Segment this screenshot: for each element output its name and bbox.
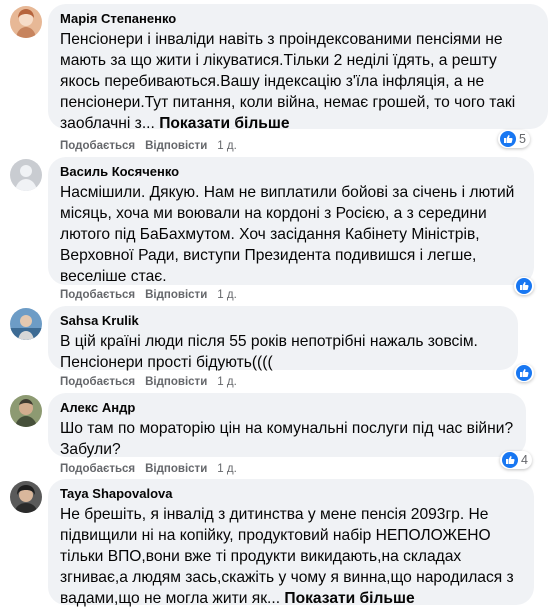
- timestamp[interactable]: 1 д.: [217, 463, 237, 475]
- comment-bubble: Марія Степаненко Пенсіонери і інваліди н…: [48, 4, 548, 132]
- comment-text: Насмішили. Дякую. Нам не виплатили бойов…: [60, 184, 515, 285]
- author-name[interactable]: Sahsa Krulik: [60, 313, 506, 329]
- reply-button[interactable]: Відповісти: [145, 140, 207, 152]
- comment-actions: Подобається Відповісти 1 д.: [60, 376, 237, 388]
- author-name[interactable]: Василь Косяченко: [60, 164, 522, 180]
- reply-button[interactable]: Відповісти: [145, 289, 207, 301]
- see-more-link[interactable]: Показати більше: [284, 590, 414, 607]
- timestamp[interactable]: 1 д.: [217, 376, 237, 388]
- author-name[interactable]: Taya Shapovalova: [60, 486, 522, 502]
- comment-bubble: Алекс Андр Шо там по мораторію цін на ко…: [48, 393, 526, 458]
- author-name[interactable]: Марія Степаненко: [60, 11, 536, 27]
- avatar[interactable]: [10, 481, 42, 513]
- like-button[interactable]: Подобається: [60, 376, 135, 388]
- comment-bubble: Василь Косяченко Насмішили. Дякую. Нам н…: [48, 157, 534, 285]
- reaction-count[interactable]: 5: [498, 130, 530, 148]
- avatar[interactable]: [10, 308, 42, 340]
- author-name[interactable]: Алекс Андр: [60, 400, 514, 416]
- comment-text: Пенсіонери і інваліди навіть з проіндекс…: [60, 29, 536, 134]
- comment-text: Не брешіть, я інвалід з дитинства у мене…: [60, 504, 522, 609]
- comment-actions: Подобається Відповісти 1 д.: [60, 289, 237, 301]
- timestamp[interactable]: 1 д.: [217, 140, 237, 152]
- reaction-number: 5: [519, 132, 526, 146]
- like-button[interactable]: Подобається: [60, 140, 135, 152]
- reaction-number: 4: [521, 453, 528, 467]
- like-reaction-icon: [502, 452, 518, 468]
- reply-button[interactable]: Відповісти: [145, 376, 207, 388]
- comment-bubble: Taya Shapovalova Не брешіть, я інвалід з…: [48, 479, 534, 607]
- comment-text: В цій країні люди після 55 років непотрі…: [60, 333, 478, 371]
- timestamp[interactable]: 1 д.: [217, 289, 237, 301]
- reply-button[interactable]: Відповісти: [145, 463, 207, 475]
- comment-bubble: Sahsa Krulik В цій країні люди після 55 …: [48, 306, 518, 371]
- comment-text: Шо там по мораторію цін на комунальні по…: [60, 420, 514, 458]
- like-reaction-icon: [516, 365, 532, 381]
- reaction-count[interactable]: [514, 277, 534, 295]
- comment-actions: Подобається Відповісти 1 д.: [60, 463, 237, 475]
- like-reaction-icon: [500, 131, 516, 147]
- reaction-count[interactable]: [514, 364, 534, 382]
- like-button[interactable]: Подобається: [60, 289, 135, 301]
- like-button[interactable]: Подобається: [60, 463, 135, 475]
- comment-actions: Подобається Відповісти 1 д.: [60, 140, 237, 152]
- like-reaction-icon: [516, 278, 532, 294]
- see-more-link[interactable]: Показати більше: [159, 115, 289, 132]
- avatar[interactable]: [10, 395, 42, 427]
- reaction-count[interactable]: 4: [500, 451, 532, 469]
- avatar[interactable]: [10, 6, 42, 38]
- avatar[interactable]: [10, 159, 42, 191]
